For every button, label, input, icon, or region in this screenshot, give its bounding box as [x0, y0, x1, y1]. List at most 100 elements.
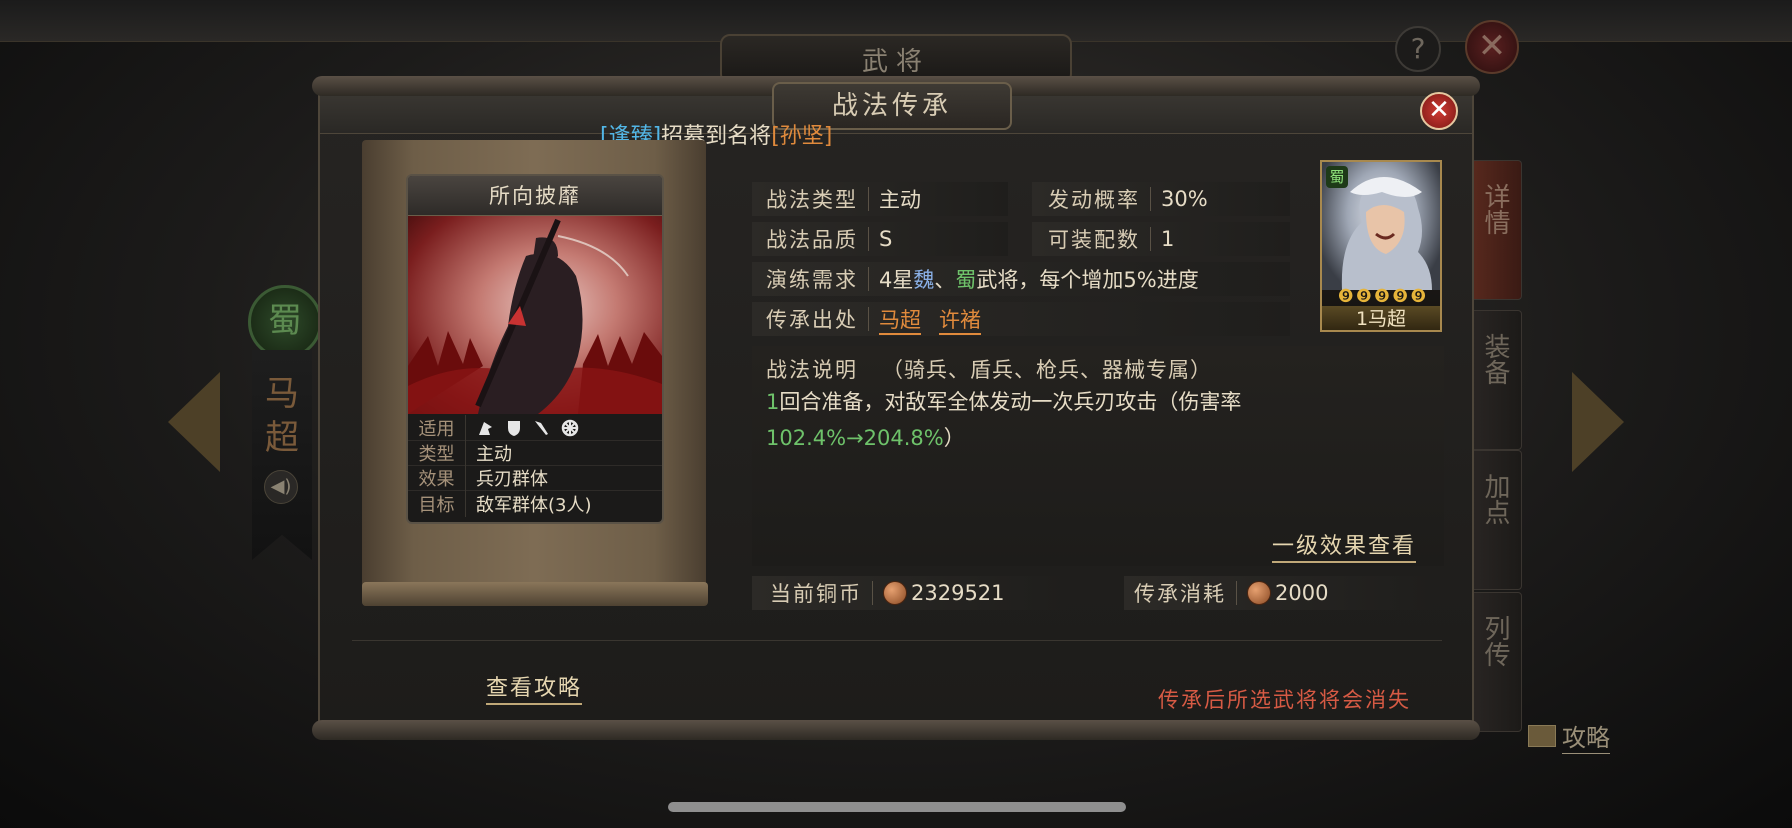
info-row-source: 传承出处 马超 许褚 — [766, 302, 999, 336]
troop-icons — [466, 418, 580, 438]
side-tab-equipment[interactable]: 装备 — [1468, 310, 1522, 450]
info-divider — [1236, 581, 1237, 605]
stat-key: 效果 — [408, 465, 466, 491]
tactic-card: 所向披靡 适用 类型 主动 效果 兵刃群体 目标 敌军群体(3人) — [406, 174, 664, 524]
info-key: 演练需求 — [766, 268, 858, 292]
voice-speaker-icon[interactable]: ◀) — [264, 470, 298, 504]
scroll-roll — [362, 582, 708, 606]
description-damage-range: 102.4%→204.8% — [766, 426, 944, 450]
drill-wei: 魏 — [913, 268, 935, 292]
info-key: 战法品质 — [766, 228, 858, 252]
info-divider — [872, 581, 873, 605]
info-key: 战法类型 — [766, 188, 858, 212]
description-troops: （骑兵、盾兵、枪兵、器械专属） — [882, 358, 1212, 382]
home-indicator[interactable] — [668, 802, 1126, 812]
dialog-bottom-rail — [312, 720, 1480, 740]
level-one-effect-link[interactable]: 一级效果查看 — [1272, 528, 1417, 563]
stat-key: 类型 — [408, 440, 466, 466]
footer-divider — [352, 640, 1442, 641]
cavalry-icon — [479, 422, 492, 435]
cost-key: 当前铜币 — [770, 582, 862, 606]
background-close-icon[interactable]: ✕ — [1465, 20, 1519, 74]
side-tab-label: 装备 — [1480, 333, 1510, 385]
source-general-link[interactable]: 马超 — [879, 308, 921, 335]
info-value: 主动 — [879, 188, 921, 212]
current-copper-row: 当前铜币 2329521 — [770, 576, 1005, 610]
description-title-line: 战法说明 （骑兵、盾兵、枪兵、器械专属） — [766, 354, 1212, 384]
help-icon[interactable]: ? — [1395, 26, 1441, 72]
info-divider — [868, 307, 869, 331]
portrait-name: 1马超 — [1322, 306, 1440, 330]
strategy-label: 攻略 — [1562, 718, 1610, 754]
notice-general-tag: [孙坚] — [771, 124, 833, 149]
stat-key: 目标 — [408, 490, 466, 517]
tactic-stats: 适用 类型 主动 效果 兵刃群体 目标 敌军群体(3人) — [408, 414, 662, 517]
drill-sep: 、 — [934, 268, 956, 292]
info-divider — [868, 187, 869, 211]
drill-shu: 蜀 — [955, 268, 977, 292]
view-guide-link[interactable]: 查看攻略 — [486, 670, 583, 705]
portrait-stars: ❾❾❾❾❾ — [1337, 286, 1429, 307]
info-row-equip: 可装配数 1 — [1048, 222, 1174, 256]
info-value: 4星魏、蜀武将，每个增加5%进度 — [879, 264, 1199, 294]
strategy-button[interactable]: 攻略 — [1528, 718, 1610, 754]
next-general-arrow-icon[interactable] — [1572, 372, 1624, 472]
description-rounds: 1 — [766, 390, 780, 414]
previous-general-arrow-icon[interactable] — [168, 372, 220, 472]
info-value: S — [879, 227, 893, 251]
description-title: 战法说明 — [766, 358, 858, 382]
info-divider — [868, 227, 869, 251]
siege-icon — [561, 419, 579, 437]
info-value: 30% — [1161, 187, 1208, 211]
copper-coin-icon — [883, 581, 907, 605]
side-tab-label: 加点 — [1480, 473, 1510, 525]
info-row-type: 战法类型 主动 — [766, 182, 921, 216]
copper-coin-icon — [1247, 581, 1271, 605]
info-key: 可装配数 — [1048, 228, 1140, 252]
shield-icon — [508, 421, 520, 436]
stat-row-applicable: 适用 — [408, 415, 662, 441]
side-tab-biography[interactable]: 列传 — [1468, 592, 1522, 732]
stat-key: 适用 — [408, 415, 466, 441]
stat-value: 兵刃群体 — [476, 469, 548, 490]
stat-value: 敌军群体(3人) — [476, 494, 592, 516]
info-key: 传承出处 — [766, 308, 858, 332]
faction-seal-icon: 蜀 — [248, 285, 322, 359]
side-tab-points[interactable]: 加点 — [1468, 450, 1522, 590]
dialog-close-icon[interactable]: ✕ — [1420, 92, 1458, 130]
background-title: 武将 — [861, 46, 930, 77]
info-row-drill: 演练需求 4星魏、蜀武将，每个增加5%进度 — [766, 262, 1199, 296]
drill-prefix: 4星 — [879, 268, 914, 292]
stat-value: 主动 — [476, 444, 512, 465]
description-body: 回合准备，对敌军全体发动一次兵刃攻击（伤害率 — [779, 390, 1242, 414]
warrior-silhouette — [408, 218, 662, 414]
info-divider — [1150, 227, 1151, 251]
inheritance-warning: 传承后所选武将将会消失 — [1158, 688, 1411, 712]
cost-value: 2329521 — [911, 581, 1005, 605]
spear-icon — [535, 421, 548, 435]
side-tab-details[interactable]: 详情 — [1468, 160, 1522, 300]
stat-row-target: 目标 敌军群体(3人) — [408, 490, 662, 517]
description-text: 1回合准备，对敌军全体发动一次兵刃攻击（伤害率 102.4%→204.8%） — [766, 384, 1426, 456]
tactic-artwork — [408, 216, 662, 414]
info-row-quality: 战法品质 S — [766, 222, 892, 256]
source-general-link[interactable]: 许褚 — [939, 308, 981, 335]
description-end: ） — [943, 426, 965, 450]
cost-key: 传承消耗 — [1134, 582, 1226, 606]
scroll-icon — [1528, 725, 1556, 747]
info-value: 1 — [1161, 227, 1175, 251]
side-tab-label: 列传 — [1480, 615, 1510, 667]
general-banner-name: 马超 — [265, 374, 299, 458]
stat-row-type: 类型 主动 — [408, 440, 662, 466]
inherit-cost-row: 传承消耗 2000 — [1134, 576, 1328, 610]
general-portrait-card[interactable]: 蜀 ❾❾❾❾❾ 1马超 — [1320, 160, 1442, 332]
side-tab-label: 详情 — [1480, 183, 1510, 235]
drill-suffix: 武将，每个增加5%进度 — [976, 268, 1199, 292]
info-divider — [868, 267, 869, 291]
portrait-faction-icon: 蜀 — [1326, 166, 1348, 188]
info-value: 马超 许褚 — [879, 304, 999, 335]
info-key: 发动概率 — [1048, 188, 1140, 212]
cost-value: 2000 — [1275, 581, 1329, 605]
info-divider — [1150, 187, 1151, 211]
tactic-name: 所向披靡 — [408, 176, 662, 216]
